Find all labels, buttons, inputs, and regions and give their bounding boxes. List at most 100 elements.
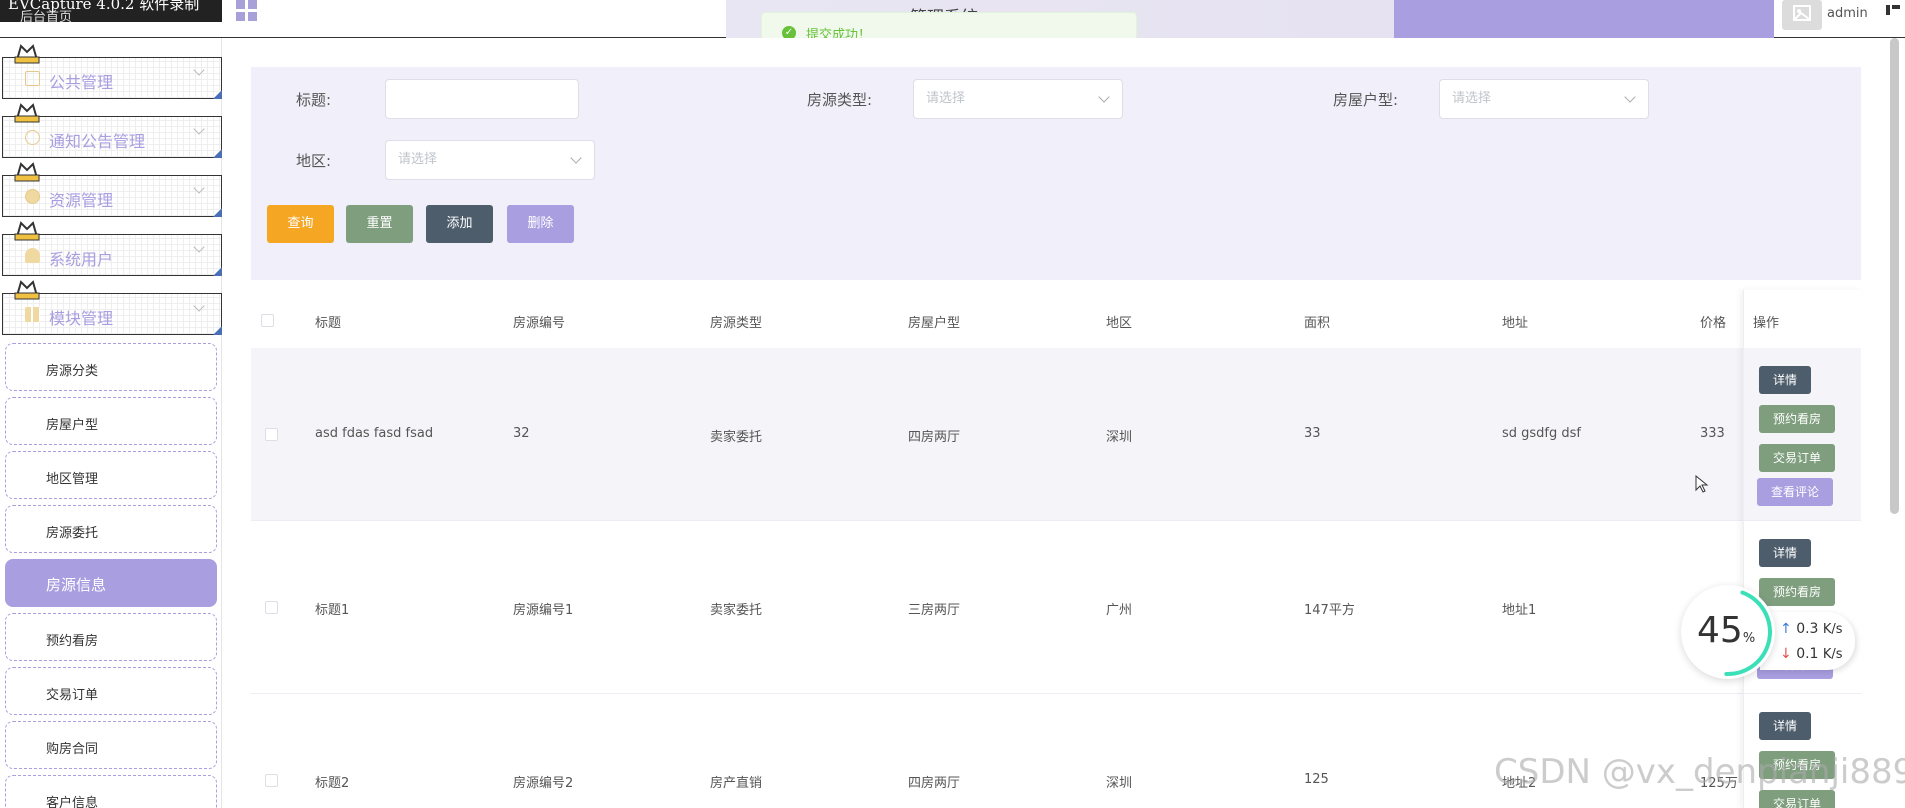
type-select[interactable]: 请选择 [913, 79, 1123, 119]
select-all-checkbox[interactable] [261, 314, 274, 327]
cell-code: 32 [513, 426, 530, 441]
binder-clip-icon [14, 221, 40, 241]
cell-layout: 三房两厅 [908, 603, 961, 618]
sidebar-item-label: 预约看房 [46, 634, 99, 649]
sidebar-item-house-layout[interactable]: 房屋户型 [5, 397, 217, 445]
cell-title: asd fdas fasd fsad [315, 426, 434, 441]
chevron-down-icon [1098, 91, 1110, 103]
cell-layout: 四房两厅 [908, 430, 961, 445]
cell-area: 33 [1304, 426, 1321, 441]
binder-clip-icon [14, 103, 40, 123]
sidebar-item-label: 客户信息 [46, 796, 99, 808]
sidebar-item-label: 房源分类 [46, 364, 99, 379]
cell-area: 125 [1304, 772, 1329, 787]
sidebar-item-contract[interactable]: 购房合同 [5, 721, 217, 769]
sidebar-item-orders[interactable]: 交易订单 [5, 667, 217, 715]
cell-title: 标题2 [315, 776, 350, 791]
reset-button[interactable]: 重置 [346, 205, 413, 243]
menu-toggle-icon[interactable] [236, 0, 262, 22]
col-header-area[interactable]: 面积 [1304, 312, 1330, 331]
sidebar-group-public[interactable]: 公共管理 [2, 44, 222, 99]
chevron-down-icon [193, 300, 205, 312]
sidebar-group-resource[interactable]: 资源管理 [2, 162, 222, 217]
row-checkbox[interactable] [265, 428, 278, 441]
cell-region: 深圳 [1106, 430, 1133, 445]
user-icon [25, 248, 40, 263]
sidebar-group-notice[interactable]: 通知公告管理 [2, 103, 222, 158]
cell-type: 卖家委托 [710, 603, 763, 618]
sidebar-item-label: 房屋户型 [46, 418, 99, 433]
grid-icon [25, 307, 40, 322]
sidebar-group-modules[interactable]: 模块管理 [2, 280, 222, 335]
add-button[interactable]: 添加 [426, 205, 493, 243]
cell-price: 333 [1700, 426, 1725, 441]
cell-region: 深圳 [1106, 776, 1133, 791]
sidebar-group-users[interactable]: 系统用户 [2, 221, 222, 276]
col-header-code[interactable]: 房源编号 [513, 312, 565, 331]
cell-code: 房源编号2 [513, 776, 574, 791]
cell-region: 广州 [1106, 603, 1133, 618]
ops-column-shadow [1743, 290, 1863, 808]
col-header-region[interactable]: 地区 [1106, 312, 1132, 331]
avatar[interactable] [1782, 0, 1822, 30]
corner-fold [213, 90, 222, 99]
cell-code: 房源编号1 [513, 603, 574, 618]
cell-area: 147平方 [1304, 603, 1355, 618]
type-filter-label: 房源类型: [807, 91, 873, 109]
cell-title: 标题1 [315, 603, 350, 618]
title-filter-label: 标题: [296, 91, 332, 109]
chevron-down-icon [193, 241, 205, 253]
row-checkbox[interactable] [265, 774, 278, 787]
fullscreen-icon[interactable] [1886, 0, 1900, 15]
sidebar-item-label: 地区管理 [46, 472, 99, 487]
picture-icon [25, 71, 40, 86]
query-button[interactable]: 查询 [267, 205, 334, 243]
sidebar-item-house-info[interactable]: 房源信息 [5, 559, 217, 607]
vertical-scrollbar[interactable] [1890, 38, 1899, 514]
location-icon [25, 189, 40, 204]
sidebar-item-reservation[interactable]: 预约看房 [5, 613, 217, 661]
col-header-price[interactable]: 价格 [1700, 312, 1726, 331]
col-header-layout[interactable]: 房屋户型 [908, 312, 960, 331]
chevron-down-icon [1624, 91, 1636, 103]
row-checkbox[interactable] [265, 601, 278, 614]
home-link[interactable]: 后台首页 [20, 6, 72, 25]
sidebar-group-label: 系统用户 [49, 250, 114, 269]
table-row[interactable]: 标题1 房源编号1 卖家委托 三房两厅 广州 147平方 地址1 详情 预约看房… [251, 521, 1861, 694]
upload-arrow-icon: ↑ [1780, 621, 1792, 637]
download-speed: ↓ 0.1 K/s [1780, 646, 1843, 662]
col-header-title[interactable]: 标题 [315, 312, 341, 331]
table-row[interactable]: asd fdas fasd fsad 32 卖家委托 四房两厅 深圳 33 sd… [251, 348, 1861, 521]
chevron-down-icon [193, 123, 205, 135]
corner-fold [213, 149, 222, 158]
sidebar-item-label: 房源信息 [46, 576, 107, 594]
watermark: CSDN @vx_denpianji889 [1494, 752, 1905, 792]
col-header-address[interactable]: 地址 [1502, 312, 1528, 331]
binder-clip-icon [14, 44, 40, 64]
sidebar: 公共管理 通知公告管理 资源管理 系统用户 模块管理 房源分类 房屋户型 地区管… [0, 38, 222, 808]
sidebar-item-region[interactable]: 地区管理 [5, 451, 217, 499]
cell-type: 卖家委托 [710, 430, 763, 445]
chevron-down-icon [570, 152, 582, 164]
layout-filter-label: 房屋户型: [1333, 91, 1399, 109]
sidebar-item-label: 交易订单 [46, 688, 99, 703]
sidebar-item-house-category[interactable]: 房源分类 [5, 343, 217, 391]
chevron-down-icon [193, 64, 205, 76]
layout-select[interactable]: 请选择 [1439, 79, 1649, 119]
delete-button[interactable]: 删除 [507, 205, 574, 243]
region-select[interactable]: 请选择 [385, 140, 595, 180]
sidebar-item-entrust[interactable]: 房源委托 [5, 505, 217, 553]
upload-speed: ↑ 0.3 K/s [1780, 621, 1843, 637]
download-arrow-icon: ↓ [1780, 646, 1792, 662]
sidebar-item-customer[interactable]: 客户信息 [5, 775, 217, 808]
sidebar-group-label: 模块管理 [49, 309, 114, 328]
username[interactable]: admin [1827, 6, 1868, 21]
layout-select-placeholder: 请选择 [1452, 91, 1492, 106]
sidebar-item-label: 购房合同 [46, 742, 99, 757]
sidebar-group-label: 公共管理 [49, 73, 114, 92]
title-input[interactable] [385, 79, 579, 119]
binder-clip-icon [14, 162, 40, 182]
sidebar-group-label: 通知公告管理 [49, 132, 146, 151]
col-header-type[interactable]: 房源类型 [710, 312, 762, 331]
sidebar-group-label: 资源管理 [49, 191, 114, 210]
